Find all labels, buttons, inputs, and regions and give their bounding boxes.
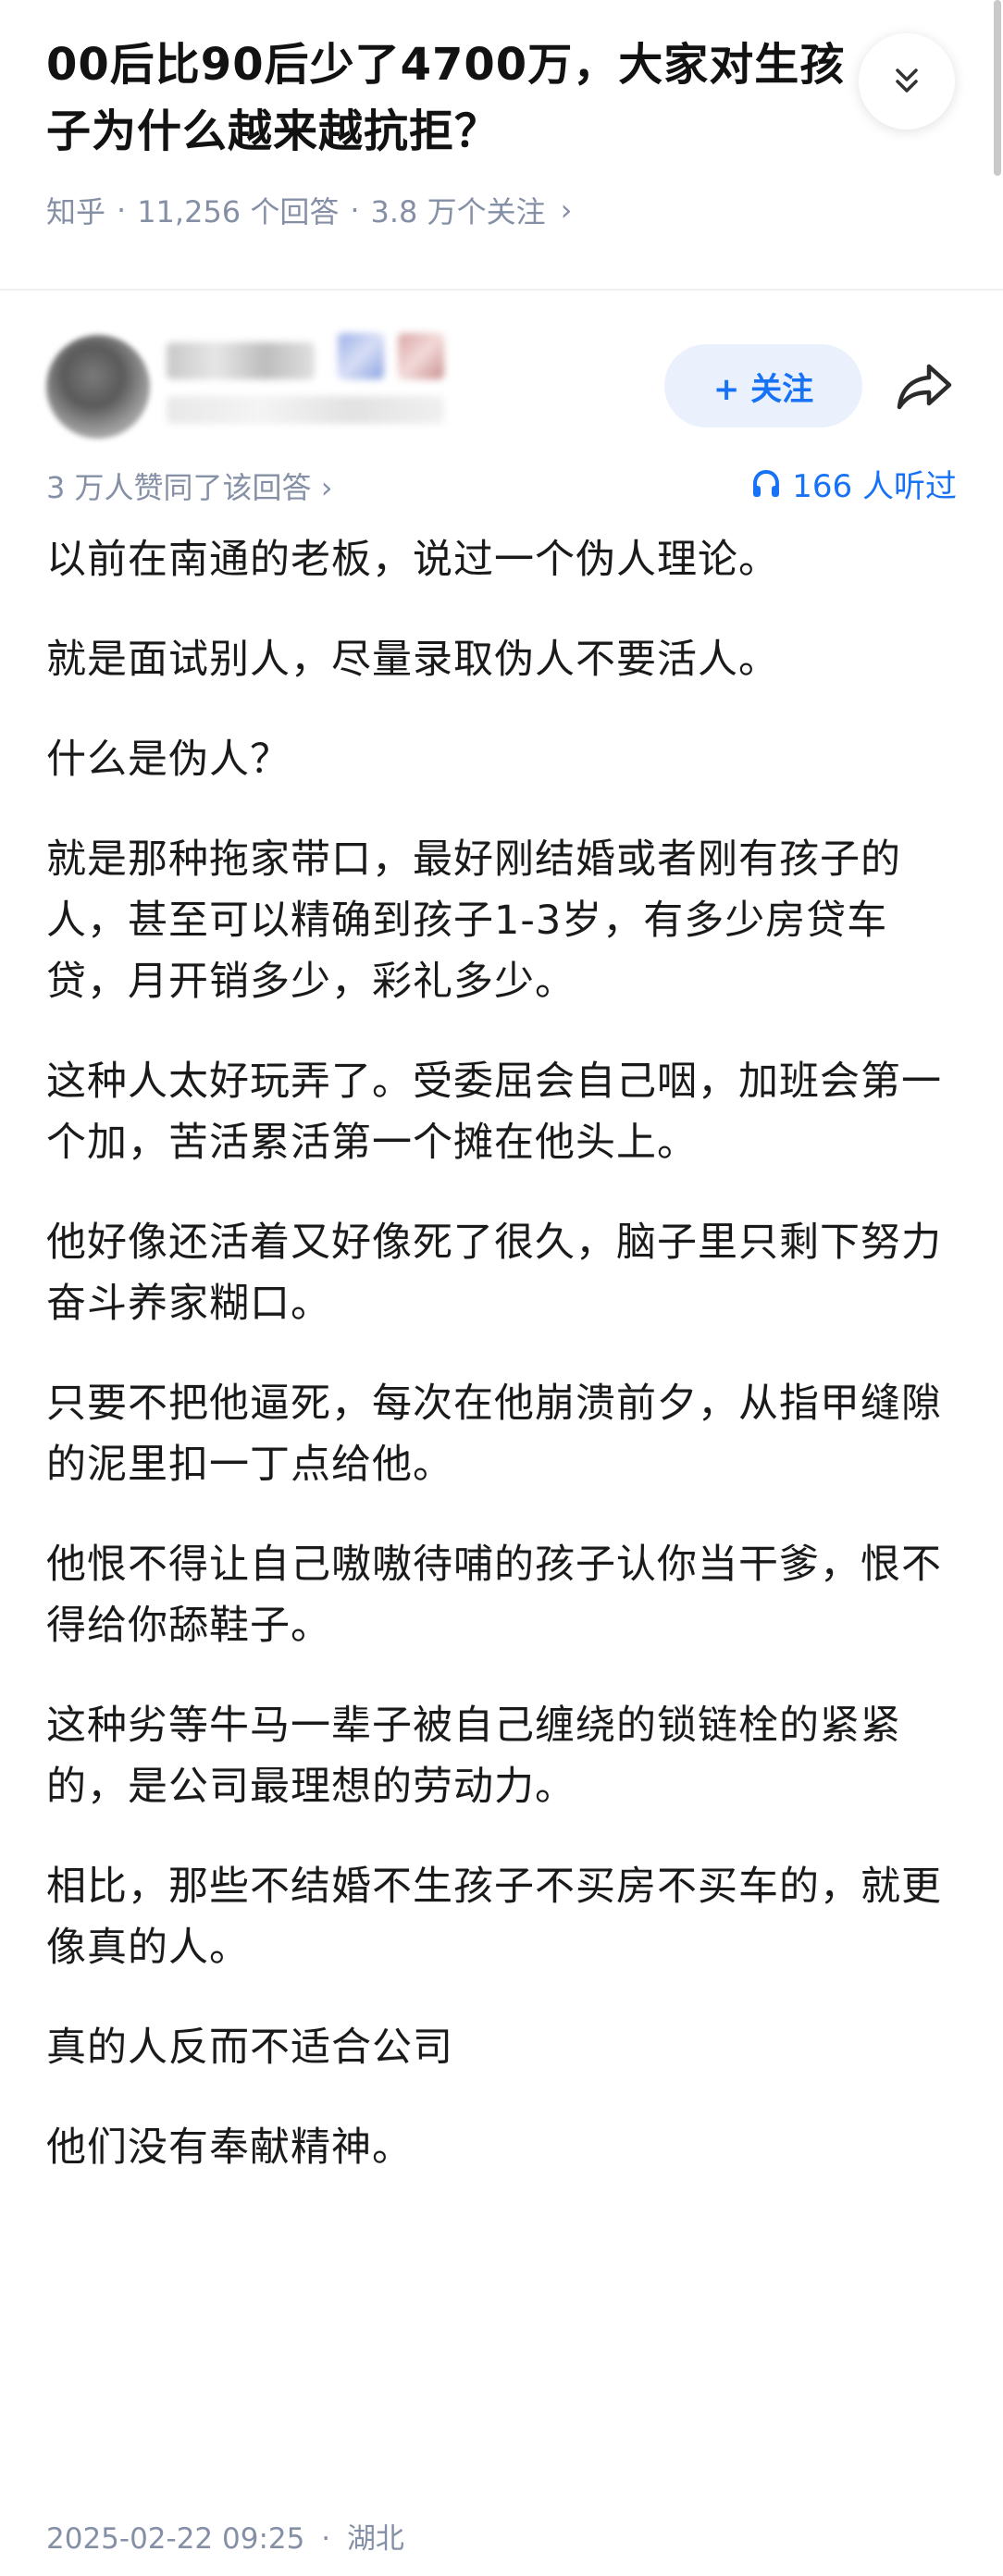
answer-paragraph: 就是那种拖家带口，最好刚结婚或者刚有孩子的人，甚至可以精确到孩子1-3岁，有多少…: [46, 836, 901, 1005]
post-date: 2025-02-22 09:25: [46, 2522, 305, 2556]
answer-paragraph: 以前在南通的老板，说过一个伪人理论。: [46, 537, 779, 583]
meta-separator: ·: [350, 192, 360, 228]
author-row: + 关注: [0, 315, 1003, 453]
collapse-button[interactable]: [859, 33, 955, 130]
double-chevron-down-icon: [896, 68, 918, 93]
answer-count: 11,256 个回答: [137, 194, 340, 229]
scrollbar[interactable]: [994, 0, 1001, 176]
upvote-summary[interactable]: 3 万人赞同了该回答 ›: [46, 464, 333, 507]
answer-paragraph: 只要不把他逼死，每次在他崩溃前夕，从指甲缝隙的泥里扣一丁点给他。: [46, 1381, 942, 1488]
answer-footer: 2025-02-22 09:25 · 湖北: [46, 2515, 404, 2557]
answer-paragraph: 就是面试别人，尽量录取伪人不要活人。: [46, 637, 779, 683]
follower-count: 3.8 万个关注: [370, 194, 546, 229]
author-name-blurred[interactable]: [167, 342, 315, 379]
question-meta[interactable]: 知乎 · 11,256 个回答 · 3.8 万个关注 ›: [46, 189, 572, 231]
question-header: 00后比90后少了4700万，大家对生孩 子为什么越来越抗拒？ 知乎 · 11,…: [0, 0, 1003, 287]
answer-paragraph: 这种人太好玩弄了。受委屈会自己咽，加班会第一个加，苦活累活第一个摊在他头上。: [46, 1059, 942, 1166]
author-bio-blurred: [167, 396, 444, 424]
question-title-line1: 00后比90后少了4700万，大家对生孩: [46, 39, 846, 91]
answer-stats: 3 万人赞同了该回答 › 166 人听过: [0, 457, 1003, 513]
author-badge-icon: [398, 333, 444, 379]
chevron-right-icon: ›: [560, 192, 573, 228]
listen-button[interactable]: 166 人听过: [749, 461, 957, 506]
headphones-icon: [753, 469, 780, 497]
author-badge-icon: [338, 333, 384, 379]
header-divider: [0, 289, 1003, 291]
answer-paragraph: 他恨不得让自己嗷嗷待哺的孩子认你当干爹，恨不得给你舔鞋子。: [46, 1542, 942, 1649]
avatar[interactable]: [46, 335, 150, 439]
answer-paragraph: 这种劣等牛马一辈子被自己缠绕的锁链栓的紧紧的，是公司最理想的劳动力。: [46, 1703, 901, 1810]
answer-paragraph: 他们没有奉献精神。: [46, 2124, 413, 2171]
source-label: 知乎: [46, 194, 106, 229]
question-title-line2: 子为什么越来越抗拒？: [46, 105, 501, 157]
share-icon[interactable]: [892, 353, 959, 420]
meta-separator: ·: [117, 192, 127, 228]
answer-content: 以前在南通的老板，说过一个伪人理论。 就是面试别人，尽量录取伪人不要活人。 什么…: [46, 529, 962, 2217]
answer-paragraph: 什么是伪人？: [46, 737, 291, 783]
follow-button[interactable]: + 关注: [664, 344, 862, 427]
answer-paragraph: 他好像还活着又好像死了很久，脑子里只剩下努力奋斗养家糊口。: [46, 1220, 942, 1327]
question-title[interactable]: 00后比90后少了4700万，大家对生孩 子为什么越来越抗拒？: [46, 31, 879, 165]
answer-paragraph: 真的人反而不适合公司: [46, 2025, 453, 2071]
post-location: 湖北: [346, 2522, 404, 2556]
answer-paragraph: 相比，那些不结婚不生孩子不买房不买车的，就更像真的人。: [46, 1864, 942, 1971]
meta-separator: ·: [321, 2522, 331, 2556]
listen-count: 166 人听过: [792, 468, 957, 505]
